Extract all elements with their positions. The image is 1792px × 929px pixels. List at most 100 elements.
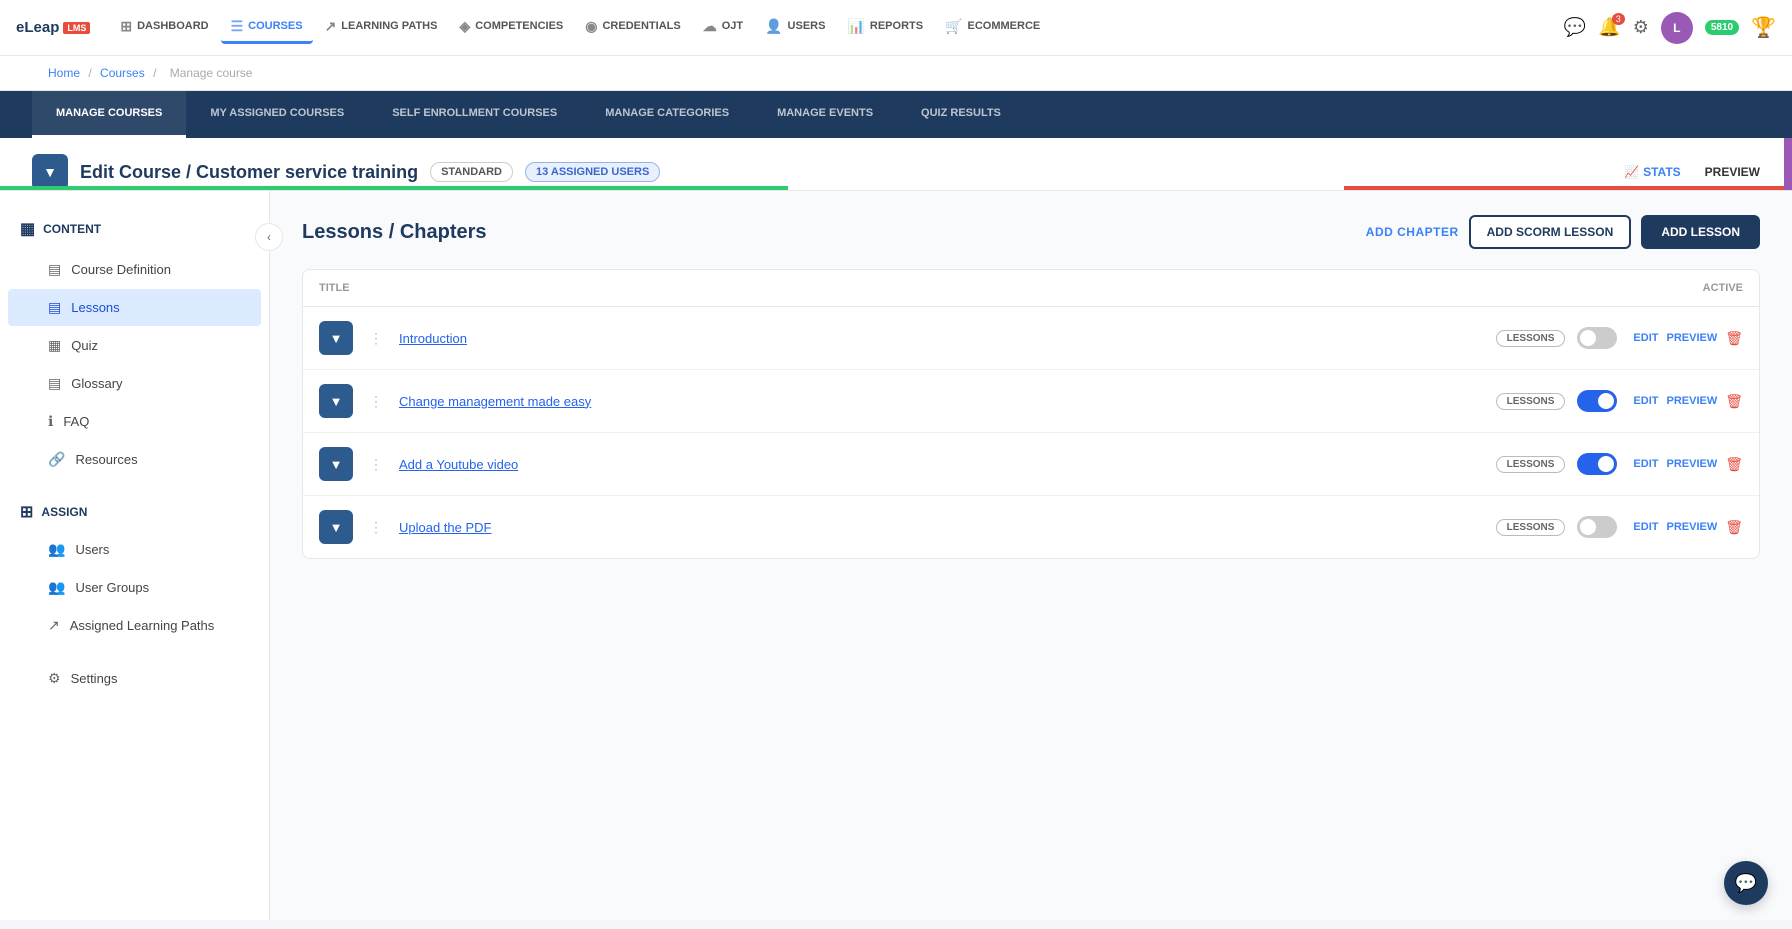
tab-manage-events[interactable]: Manage Events — [753, 91, 897, 138]
nav-item-dashboard[interactable]: ⊞ Dashboard — [110, 12, 218, 44]
nav-right-area: 💬 🔔 3 ⚙ L 5810 🏆 — [1564, 12, 1776, 44]
notification-bell[interactable]: 🔔 3 — [1598, 17, 1620, 38]
lesson-expand-button-3[interactable]: ▼ — [319, 447, 353, 481]
lesson-edit-preview-4: EDIT PREVIEW 🗑 — [1633, 519, 1743, 536]
lesson-toggle-1[interactable] — [1577, 327, 1617, 349]
edit-link-3[interactable]: EDIT — [1633, 458, 1658, 470]
edit-link-2[interactable]: EDIT — [1633, 395, 1658, 407]
breadcrumb-home[interactable]: Home — [48, 66, 80, 80]
edit-course-header: ▼ Edit Course / Customer service trainin… — [0, 138, 1792, 191]
collapse-button[interactable]: ▼ — [32, 154, 68, 190]
logo-lms: LMS — [63, 22, 90, 34]
edit-link-4[interactable]: EDIT — [1633, 521, 1658, 533]
nav-item-learning-paths[interactable]: ↗ Learning Paths — [315, 12, 448, 44]
preview-link-1[interactable]: PREVIEW — [1666, 332, 1717, 344]
delete-icon-3[interactable]: 🗑 — [1725, 456, 1743, 473]
breadcrumb-current: Manage course — [170, 66, 253, 80]
lesson-name-1[interactable]: Introduction — [399, 331, 1484, 346]
competencies-icon: ◈ — [459, 18, 470, 35]
nav-item-ecommerce[interactable]: 🛒 Ecommerce — [935, 12, 1050, 44]
delete-icon-4[interactable]: 🗑 — [1725, 519, 1743, 536]
resources-icon: 🔗 — [48, 451, 65, 468]
sidebar-item-assigned-learning-paths[interactable]: ↗ Assigned Learning Paths — [8, 607, 261, 644]
sidebar-item-faq[interactable]: ℹ FAQ — [8, 403, 261, 440]
nav-item-competencies[interactable]: ◈ Competencies — [449, 12, 573, 44]
glossary-icon: ▤ — [48, 375, 61, 392]
sidebar-item-quiz[interactable]: ▦ Quiz — [8, 327, 261, 364]
sidebar: ▦ CONTENT ‹ ▤ Course Definition ▤ Lesson… — [0, 191, 270, 920]
nav-item-courses[interactable]: ☰ Courses — [221, 12, 313, 44]
sidebar-item-glossary[interactable]: ▤ Glossary — [8, 365, 261, 402]
sidebar-header: ▦ CONTENT ‹ — [0, 211, 269, 247]
nav-item-reports[interactable]: 📊 Reports — [837, 12, 933, 44]
logo[interactable]: eLeap LMS — [16, 19, 90, 36]
lesson-toggle-3[interactable] — [1577, 453, 1617, 475]
assigned-paths-icon: ↗ — [48, 617, 60, 634]
lesson-toggle-4[interactable] — [1577, 516, 1617, 538]
table-row: ▼ ⋮ Change management made easy LESSONS … — [303, 370, 1759, 433]
lesson-expand-button-2[interactable]: ▼ — [319, 384, 353, 418]
sidebar-item-users[interactable]: 👥 Users — [8, 531, 261, 568]
sidebar-item-user-groups[interactable]: 👥 User Groups — [8, 569, 261, 606]
breadcrumb-courses[interactable]: Courses — [100, 66, 145, 80]
preview-link-2[interactable]: PREVIEW — [1666, 395, 1717, 407]
courses-icon: ☰ — [231, 18, 244, 35]
drag-handle-1[interactable]: ⋮ — [369, 330, 383, 347]
top-navigation: eLeap LMS ⊞ Dashboard ☰ Courses ↗ Learni… — [0, 0, 1792, 56]
lesson-expand-button-4[interactable]: ▼ — [319, 510, 353, 544]
lesson-edit-preview-2: EDIT PREVIEW 🗑 — [1633, 393, 1743, 410]
tab-self-enrollment[interactable]: Self Enrollment Courses — [368, 91, 581, 138]
tab-quiz-results[interactable]: Quiz Results — [897, 91, 1025, 138]
progress-red — [1344, 186, 1792, 190]
lesson-toggle-2[interactable] — [1577, 390, 1617, 412]
lesson-name-3[interactable]: Add a Youtube video — [399, 457, 1484, 472]
chat-icon[interactable]: 💬 — [1564, 17, 1586, 38]
delete-icon-2[interactable]: 🗑 — [1725, 393, 1743, 410]
lesson-expand-button-1[interactable]: ▼ — [319, 321, 353, 355]
table-row: ▼ ⋮ Introduction LESSONS EDIT PREVIEW 🗑 — [303, 307, 1759, 370]
edit-link-1[interactable]: EDIT — [1633, 332, 1658, 344]
tab-manage-categories[interactable]: Manage Categories — [581, 91, 753, 138]
nav-item-credentials[interactable]: ◉ Credentials — [575, 12, 690, 44]
sidebar-item-resources[interactable]: 🔗 Resources — [8, 441, 261, 478]
content-section-title: ▦ CONTENT — [0, 211, 269, 247]
course-definition-icon: ▤ — [48, 261, 61, 278]
sidebar-collapse-button[interactable]: ‹ — [255, 223, 283, 251]
lesson-actions-1: EDIT PREVIEW 🗑 — [1577, 327, 1743, 349]
main-layout: ▦ CONTENT ‹ ▤ Course Definition ▤ Lesson… — [0, 191, 1792, 920]
user-groups-icon: 👥 — [48, 579, 65, 596]
lesson-name-2[interactable]: Change management made easy — [399, 394, 1484, 409]
sidebar-item-settings[interactable]: ⚙ Settings — [8, 660, 261, 697]
tab-manage-courses[interactable]: Manage Courses — [32, 91, 186, 138]
add-chapter-button[interactable]: ADD CHAPTER — [1366, 225, 1459, 239]
assigned-users-badge: 13 ASSIGNED USERS — [525, 162, 660, 182]
add-scorm-button[interactable]: ADD SCORM LESSON — [1469, 215, 1632, 249]
assign-section-title: ⊞ ASSIGN — [0, 494, 269, 530]
chat-fab-icon: 💬 — [1735, 873, 1757, 894]
drag-handle-2[interactable]: ⋮ — [369, 393, 383, 410]
chat-fab-button[interactable]: 💬 — [1724, 861, 1768, 905]
sidebar-item-course-definition[interactable]: ▤ Course Definition — [8, 251, 261, 288]
drag-handle-3[interactable]: ⋮ — [369, 456, 383, 473]
preview-link[interactable]: PREVIEW — [1705, 165, 1760, 179]
header-actions: 📈 STATS PREVIEW — [1624, 165, 1760, 179]
delete-icon-1[interactable]: 🗑 — [1725, 330, 1743, 347]
drag-handle-4[interactable]: ⋮ — [369, 519, 383, 536]
learning-paths-icon: ↗ — [325, 18, 337, 35]
sidebar-item-lessons[interactable]: ▤ Lessons — [8, 289, 261, 326]
users-assign-icon: 👥 — [48, 541, 65, 558]
ecommerce-icon: 🛒 — [945, 18, 962, 35]
tab-my-assigned-courses[interactable]: My Assigned Courses — [186, 91, 368, 138]
preview-link-4[interactable]: PREVIEW — [1666, 521, 1717, 533]
settings-icon: ⚙ — [48, 670, 61, 687]
nav-item-ojt[interactable]: ☁ OJT — [693, 12, 753, 44]
preview-link-3[interactable]: PREVIEW — [1666, 458, 1717, 470]
nav-item-users[interactable]: 👤 Users — [755, 12, 835, 44]
tab-bar: Manage Courses My Assigned Courses Self … — [0, 91, 1792, 138]
avatar[interactable]: L — [1661, 12, 1693, 44]
add-lesson-button[interactable]: ADD LESSON — [1641, 215, 1760, 249]
lesson-name-4[interactable]: Upload the PDF — [399, 520, 1484, 535]
settings-gear-icon[interactable]: ⚙ — [1633, 17, 1649, 38]
stats-link[interactable]: 📈 STATS — [1624, 165, 1681, 179]
stats-icon: 📈 — [1624, 165, 1639, 179]
